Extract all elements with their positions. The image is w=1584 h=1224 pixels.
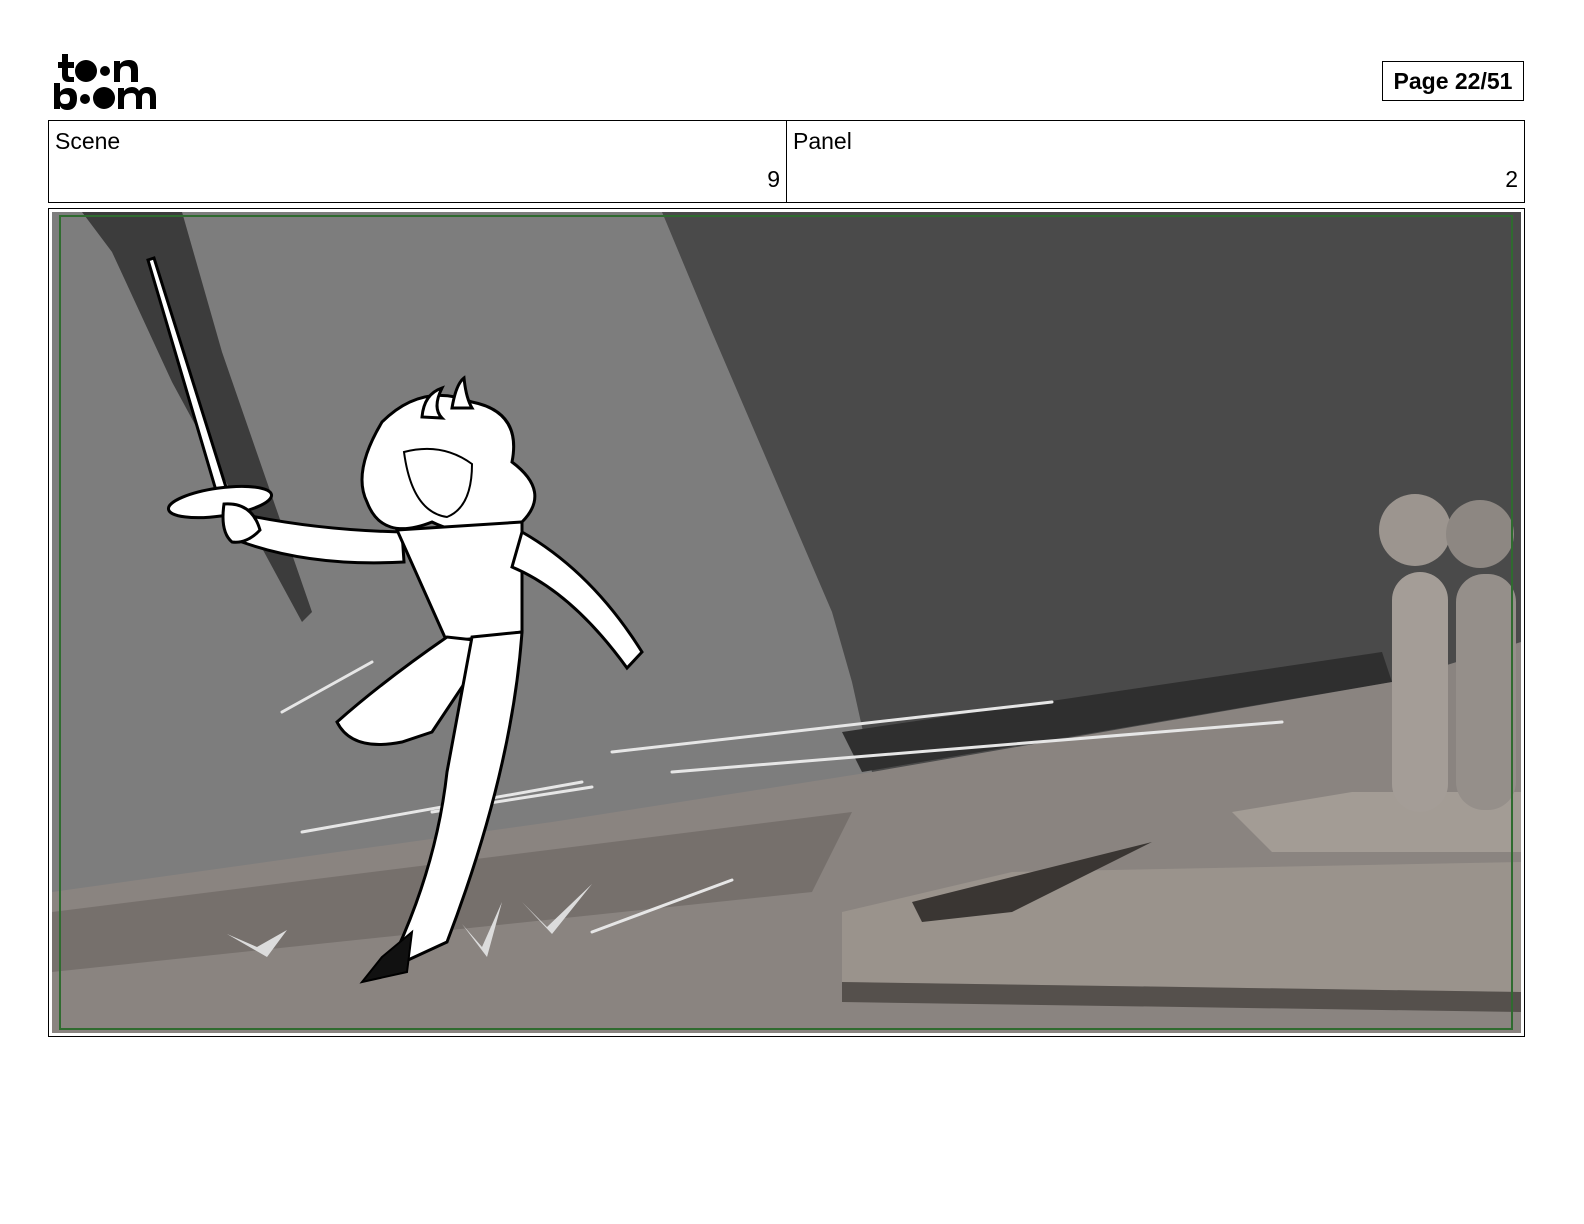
panel-label: Panel [793,128,852,154]
scene-cell: Scene 9 [49,121,786,202]
panel-cell: Panel 2 [786,121,1524,202]
mannequin-figures [1379,494,1516,812]
panel-sketch [52,212,1521,1033]
panel-value: 2 [1505,166,1518,192]
scene-value: 9 [767,166,780,192]
toon-boom-logo [52,50,164,112]
scene-panel-info-table: Scene 9 Panel 2 [48,120,1525,203]
page-number-label: Page 22/51 [1382,61,1524,101]
scene-label: Scene [55,128,121,154]
storyboard-panel-frame [48,208,1525,1037]
storyboard-panel-image [52,212,1521,1033]
toon-boom-logo-mark [54,54,156,110]
